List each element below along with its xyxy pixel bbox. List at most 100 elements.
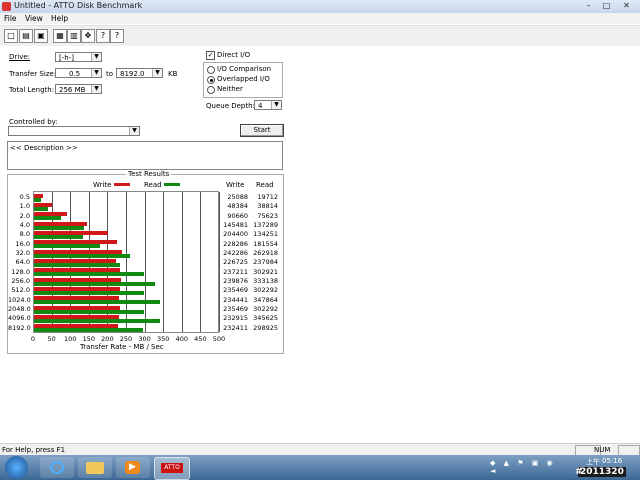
neither-label: Neither (217, 85, 243, 93)
x-tick-label: 300 (138, 335, 151, 343)
close-button[interactable]: ✕ (620, 1, 633, 11)
explorer-taskbar-icon[interactable] (78, 457, 112, 478)
neither-radio[interactable] (207, 86, 215, 94)
app-icon[interactable] (2, 2, 11, 11)
minimize-button[interactable]: – (582, 1, 595, 11)
total-length-label: Total Length: (9, 86, 55, 94)
move-icon[interactable]: ✥ (81, 29, 95, 43)
io-comparison-label: I/O Comparison (217, 65, 272, 73)
chevron-down-icon[interactable]: ▼ (129, 127, 139, 135)
drive-label: Drive: (9, 53, 31, 61)
context-help-icon[interactable]: ? (110, 29, 124, 43)
ie-taskbar-icon[interactable] (40, 457, 74, 478)
write-value: 25088 (227, 193, 248, 201)
read-value: 302292 (253, 305, 278, 313)
bar-read (34, 216, 62, 221)
read-value: 302292 (253, 286, 278, 295)
category-label: 16.0 (15, 239, 30, 248)
bar-read (34, 290, 144, 295)
start-orb-icon[interactable] (5, 456, 28, 479)
category-label: 8192.0 (8, 323, 31, 332)
maximize-button[interactable]: □ (600, 1, 613, 11)
queue-depth-label: Queue Depth: (206, 102, 255, 110)
atto-logo-icon: ATTO (161, 463, 183, 473)
bar-read (34, 262, 121, 267)
clock-time[interactable]: 05:16 (602, 457, 622, 465)
read-value: 181554 (253, 239, 278, 248)
drive-select[interactable]: [-h-] ▼ (55, 52, 102, 62)
print-icon[interactable]: ▦ (53, 29, 67, 43)
description-field[interactable]: << Description >> (7, 141, 283, 170)
x-tick-label: 50 (47, 335, 56, 343)
transfer-size-from-select[interactable]: 0.5 ▼ (55, 68, 102, 78)
start-button[interactable]: Start (240, 124, 284, 137)
total-length-value: 256 MB (59, 86, 86, 94)
read-value: 237984 (253, 258, 278, 267)
read-value: 75623 (257, 211, 278, 220)
chevron-down-icon[interactable]: ▼ (152, 69, 162, 77)
queue-depth-value: 4 (258, 102, 263, 110)
write-value: 232915 (223, 314, 248, 323)
kb-label: KB (168, 70, 178, 78)
category-label: 8.0 (19, 230, 30, 239)
direct-io-label: Direct I/O (217, 51, 251, 59)
write-value: 48384 (227, 202, 248, 211)
read-value: 262918 (253, 249, 278, 257)
atto-taskbar-button[interactable]: ATTO (154, 457, 190, 480)
write-value: 228286 (223, 239, 248, 248)
new-icon[interactable]: □ (4, 29, 18, 43)
bar-read (34, 272, 145, 277)
chevron-down-icon[interactable]: ▼ (91, 53, 101, 61)
grid-line (181, 192, 183, 332)
chevron-down-icon[interactable]: ▼ (91, 69, 101, 77)
controlled-by-select[interactable]: ▼ (8, 126, 140, 136)
title-bar: Untitled - ATTO Disk Benchmark – □ ✕ (0, 0, 640, 14)
transfer-from-value: 0.5 (69, 70, 81, 78)
window-title: Untitled - ATTO Disk Benchmark (14, 1, 143, 10)
read-value: 19712 (257, 193, 278, 201)
grid-line (144, 192, 146, 332)
category-label: 2048.0 (8, 305, 31, 313)
help-icon[interactable]: ? (96, 29, 110, 43)
io-comparison-radio[interactable] (207, 66, 215, 74)
description-text: << Description >> (10, 144, 78, 152)
read-value: 298925 (253, 323, 278, 332)
menu-bar: File View Help (0, 13, 640, 24)
queue-depth-select[interactable]: 4 ▼ (254, 100, 282, 110)
write-value: 226725 (223, 258, 248, 267)
controlled-by-label: Controlled by: (9, 118, 58, 126)
chart-title: Test Results (126, 170, 172, 178)
direct-io-checkbox[interactable]: ✓ (206, 51, 215, 60)
chevron-down-icon[interactable]: ▼ (271, 101, 281, 109)
transfer-size-to-select[interactable]: 8192.0 ▼ (116, 68, 163, 78)
media-player-taskbar-icon[interactable]: ▶ (116, 457, 150, 478)
x-tick-label: 250 (119, 335, 133, 343)
save-icon[interactable]: ▣ (34, 29, 48, 43)
x-tick-label: 500 (212, 335, 226, 343)
write-value: 239876 (223, 277, 248, 285)
write-value: 204400 (223, 230, 248, 239)
chevron-down-icon[interactable]: ▼ (91, 85, 101, 93)
menu-view[interactable]: View (25, 14, 43, 23)
bar-read (34, 206, 49, 211)
x-tick-label: 100 (63, 335, 77, 343)
system-tray-icons[interactable]: ◆ ▲ ⚑ ▣ ◉ ◄ (490, 459, 560, 475)
write-value: 242286 (223, 249, 248, 257)
col-read-header: Read (256, 181, 274, 189)
drive-value: [-h-] (59, 54, 74, 62)
x-tick-label: 150 (82, 335, 95, 343)
read-value: 345625 (253, 314, 278, 323)
status-num-indicator: NUM (594, 446, 611, 454)
menu-file[interactable]: File (4, 14, 17, 23)
category-label: 1.0 (19, 202, 30, 211)
overlapped-io-radio[interactable] (207, 76, 215, 84)
to-label: to (106, 70, 114, 78)
print-preview-icon[interactable]: ▥ (67, 29, 81, 43)
total-length-select[interactable]: 256 MB ▼ (55, 84, 102, 94)
menu-help[interactable]: Help (51, 14, 68, 23)
open-icon[interactable]: ▤ (19, 29, 33, 43)
legend-write-label: Write (93, 181, 112, 189)
x-tick-label: 350 (156, 335, 170, 343)
transfer-to-value: 8192.0 (120, 70, 145, 78)
bar-read (34, 300, 161, 305)
